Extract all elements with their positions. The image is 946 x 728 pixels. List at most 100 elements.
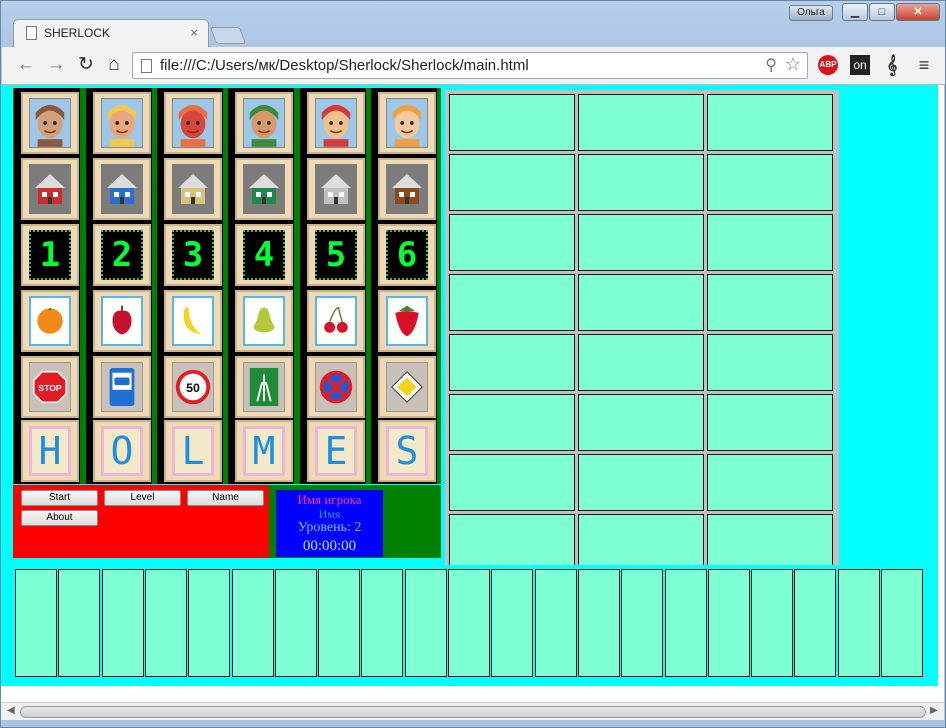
board-cell-fruit[interactable] (307, 290, 365, 352)
tab-close-icon[interactable]: × (190, 25, 198, 40)
scroll-left-icon[interactable]: ◀ (7, 705, 15, 716)
tray-slot[interactable] (448, 569, 490, 677)
board-cell-house[interactable] (378, 158, 436, 220)
forward-arrow-icon[interactable]: → (44, 53, 68, 77)
new-tab-button[interactable] (209, 27, 247, 44)
board-cell-portrait[interactable] (21, 92, 79, 154)
tray-slot[interactable] (837, 569, 880, 677)
board-cell-fruit[interactable] (21, 290, 79, 352)
answer-slot[interactable] (707, 274, 833, 331)
close-window-button[interactable]: ✕ (896, 3, 940, 21)
name-button[interactable]: Name (187, 490, 264, 506)
board-cell-letter[interactable]: S (378, 420, 436, 482)
answer-slot[interactable] (578, 454, 704, 511)
tray-slot[interactable] (404, 569, 447, 677)
answer-slot[interactable] (449, 394, 575, 451)
board-cell-num[interactable]: 5 (307, 224, 365, 286)
tray-slot[interactable] (101, 569, 144, 677)
answer-slot[interactable] (578, 334, 704, 391)
board-cell-sign[interactable] (235, 356, 293, 418)
board-cell-num[interactable]: 4 (235, 224, 293, 286)
tray-slot[interactable] (491, 569, 534, 677)
answer-slot[interactable] (578, 514, 704, 571)
tray-slot[interactable] (664, 569, 707, 677)
scroll-right-icon[interactable]: ▶ (930, 705, 938, 716)
tray-slot[interactable] (577, 569, 620, 677)
bookmark-star-icon[interactable]: ☆ (785, 54, 801, 75)
board-cell-fruit[interactable] (235, 290, 293, 352)
start-button[interactable]: Start (21, 490, 98, 506)
tray-slot[interactable] (881, 569, 923, 677)
answer-slot[interactable] (707, 334, 833, 391)
tray-slot[interactable] (707, 569, 750, 677)
music-clef-icon[interactable]: 𝄞 (882, 55, 902, 75)
tab-sherlock[interactable]: SHERLOCK × (13, 19, 209, 47)
answer-slot[interactable] (449, 154, 575, 211)
tray-slot[interactable] (15, 569, 57, 677)
tray-slot[interactable] (188, 569, 231, 677)
level-button[interactable]: Level (104, 490, 181, 506)
answer-slot[interactable] (707, 94, 833, 151)
answer-slot[interactable] (578, 94, 704, 151)
board-cell-portrait[interactable] (93, 92, 151, 154)
board-cell-letter[interactable]: H (21, 420, 79, 482)
answer-slot[interactable] (578, 274, 704, 331)
answer-slot[interactable] (707, 514, 833, 571)
board-cell-fruit[interactable] (93, 290, 151, 352)
answer-slot[interactable] (449, 334, 575, 391)
tray-slot[interactable] (621, 569, 664, 677)
board-cell-letter[interactable]: L (164, 420, 222, 482)
board-cell-sign[interactable] (378, 356, 436, 418)
board-cell-portrait[interactable] (164, 92, 222, 154)
about-button[interactable]: About (21, 510, 98, 526)
board-cell-sign[interactable]: 50 (164, 356, 222, 418)
answer-slot[interactable] (449, 274, 575, 331)
answer-slot[interactable] (707, 454, 833, 511)
minimize-button[interactable]: ▁ (842, 3, 868, 21)
board-cell-house[interactable] (235, 158, 293, 220)
board-cell-house[interactable] (21, 158, 79, 220)
address-bar[interactable]: file:///C:/Users/мк/Desktop/Sherlock/She… (132, 52, 808, 79)
answer-slot[interactable] (707, 214, 833, 271)
board-cell-num[interactable]: 1 (21, 224, 79, 286)
board-cell-num[interactable]: 2 (93, 224, 151, 286)
answer-slot[interactable] (578, 214, 704, 271)
menu-icon[interactable]: ≡ (914, 55, 934, 75)
board-cell-letter[interactable]: O (93, 420, 151, 482)
board-cell-portrait[interactable] (235, 92, 293, 154)
answer-slot[interactable] (449, 514, 575, 571)
tray-slot[interactable] (144, 569, 187, 677)
board-cell-portrait[interactable] (307, 92, 365, 154)
home-icon[interactable]: ⌂ (102, 53, 126, 77)
board-cell-num[interactable]: 3 (164, 224, 222, 286)
tray-slot[interactable] (318, 569, 361, 677)
answer-slot[interactable] (707, 154, 833, 211)
board-cell-house[interactable] (164, 158, 222, 220)
back-arrow-icon[interactable]: ← (14, 53, 38, 77)
board-cell-sign[interactable]: STOP (21, 356, 79, 418)
board-cell-num[interactable]: 6 (378, 224, 436, 286)
tray-slot[interactable] (274, 569, 317, 677)
maximize-button[interactable]: □ (869, 3, 895, 21)
tray-slot[interactable] (58, 569, 101, 677)
search-icon[interactable]: ⚲ (765, 55, 777, 75)
tray-slot[interactable] (231, 569, 274, 677)
tray-slot[interactable] (751, 569, 794, 677)
tray-slot[interactable] (361, 569, 404, 677)
user-profile-badge[interactable]: Ольга (789, 5, 833, 21)
tray-slot[interactable] (794, 569, 837, 677)
horizontal-scrollbar[interactable]: ◀ ▶ (1, 702, 944, 720)
board-cell-letter[interactable]: E (307, 420, 365, 482)
answer-slot[interactable] (449, 94, 575, 151)
board-cell-letter[interactable]: M (235, 420, 293, 482)
answer-slot[interactable] (449, 454, 575, 511)
board-cell-fruit[interactable] (164, 290, 222, 352)
board-cell-sign[interactable] (307, 356, 365, 418)
board-cell-house[interactable] (93, 158, 151, 220)
answer-slot[interactable] (578, 154, 704, 211)
answer-slot[interactable] (449, 214, 575, 271)
board-cell-sign[interactable] (93, 356, 151, 418)
reload-icon[interactable]: ↻ (74, 53, 98, 77)
on-extension-icon[interactable]: on (850, 55, 870, 75)
scrollbar-thumb[interactable] (20, 706, 926, 718)
